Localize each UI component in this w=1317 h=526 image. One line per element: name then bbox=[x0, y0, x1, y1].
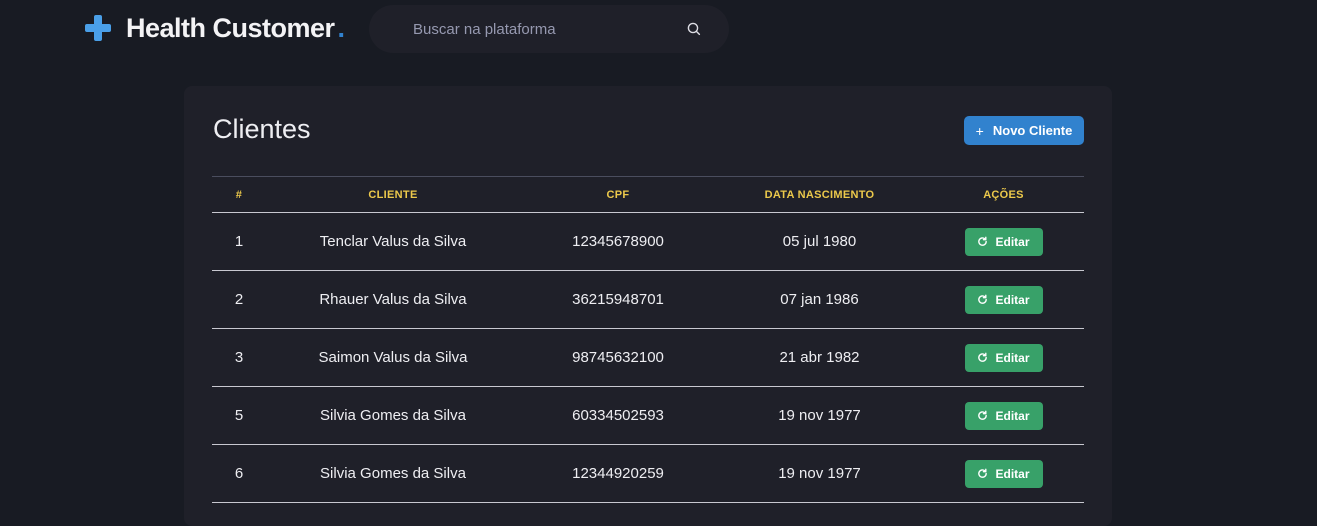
column-header-birth: DATA NASCIMENTO bbox=[716, 176, 923, 213]
page-title: Clientes bbox=[213, 114, 311, 144]
refresh-icon bbox=[978, 352, 988, 362]
plus-cross-icon bbox=[85, 15, 111, 41]
edit-label: Editar bbox=[995, 350, 1030, 365]
cell-birth: 05 jul 1980 bbox=[716, 212, 923, 271]
cell-id: 1 bbox=[212, 212, 266, 271]
cell-birth: 19 nov 1977 bbox=[716, 444, 923, 503]
edit-button[interactable]: Editar bbox=[964, 459, 1043, 488]
column-header-client: CLIENTE bbox=[266, 176, 520, 213]
brand-dot: . bbox=[337, 12, 346, 43]
table-row: 5 Silvia Gomes da Silva 60334502593 19 n… bbox=[212, 386, 1084, 445]
clients-table: # CLIENTE CPF DATA NASCIMENTO AÇÕES 1 Te… bbox=[212, 176, 1084, 503]
cell-id: 6 bbox=[212, 444, 266, 503]
cell-actions: Editar bbox=[923, 444, 1084, 503]
brand-name: Health Customer bbox=[126, 12, 335, 43]
edit-button[interactable]: Editar bbox=[964, 285, 1043, 314]
refresh-icon bbox=[978, 468, 988, 478]
cell-cpf: 60334502593 bbox=[520, 386, 716, 445]
cell-actions: Editar bbox=[923, 270, 1084, 329]
cell-actions: Editar bbox=[923, 212, 1084, 271]
cell-cpf: 36215948701 bbox=[520, 270, 716, 329]
new-client-label: Novo Cliente bbox=[992, 123, 1073, 138]
edit-button[interactable]: Editar bbox=[964, 401, 1043, 430]
cell-id: 2 bbox=[212, 270, 266, 329]
cell-client: Tenclar Valus da Silva bbox=[266, 212, 520, 271]
edit-label: Editar bbox=[995, 408, 1030, 423]
search-input[interactable] bbox=[413, 5, 673, 53]
cell-actions: Editar bbox=[923, 386, 1084, 445]
cell-cpf: 98745632100 bbox=[520, 328, 716, 387]
cell-birth: 07 jan 1986 bbox=[716, 270, 923, 329]
cell-client: Rhauer Valus da Silva bbox=[266, 270, 520, 329]
refresh-icon bbox=[978, 410, 988, 420]
refresh-icon bbox=[978, 294, 988, 304]
edit-label: Editar bbox=[995, 292, 1030, 307]
top-header: Health Customer . bbox=[0, 0, 1317, 60]
cell-actions: Editar bbox=[923, 328, 1084, 387]
table-row: 1 Tenclar Valus da Silva 12345678900 05 … bbox=[212, 212, 1084, 271]
cell-id: 5 bbox=[212, 386, 266, 445]
refresh-icon bbox=[978, 236, 988, 246]
cell-cpf: 12345678900 bbox=[520, 212, 716, 271]
table-row: 6 Silvia Gomes da Silva 12344920259 19 n… bbox=[212, 444, 1084, 503]
edit-label: Editar bbox=[995, 466, 1030, 481]
cell-id: 3 bbox=[212, 328, 266, 387]
plus-icon: + bbox=[975, 122, 984, 139]
cell-client: Saimon Valus da Silva bbox=[266, 328, 520, 387]
table-header-row: # CLIENTE CPF DATA NASCIMENTO AÇÕES bbox=[212, 176, 1084, 213]
brand-logo[interactable]: Health Customer . bbox=[85, 12, 345, 44]
column-header-actions: AÇÕES bbox=[923, 176, 1084, 213]
cell-birth: 19 nov 1977 bbox=[716, 386, 923, 445]
column-header-id: # bbox=[212, 176, 266, 213]
edit-button[interactable]: Editar bbox=[964, 343, 1043, 372]
cell-birth: 21 abr 1982 bbox=[716, 328, 923, 387]
search-icon[interactable] bbox=[686, 21, 702, 37]
new-client-button[interactable]: + Novo Cliente bbox=[964, 116, 1084, 145]
column-header-cpf: CPF bbox=[520, 176, 716, 213]
table-row: 2 Rhauer Valus da Silva 36215948701 07 j… bbox=[212, 270, 1084, 329]
edit-button[interactable]: Editar bbox=[964, 227, 1043, 256]
cell-cpf: 12344920259 bbox=[520, 444, 716, 503]
edit-label: Editar bbox=[995, 234, 1030, 249]
cell-client: Silvia Gomes da Silva bbox=[266, 386, 520, 445]
search-bar[interactable] bbox=[369, 5, 729, 53]
cell-client: Silvia Gomes da Silva bbox=[266, 444, 520, 503]
clients-card: Clientes + Novo Cliente # CLIENTE CPF DA… bbox=[184, 86, 1112, 526]
table-row: 3 Saimon Valus da Silva 98745632100 21 a… bbox=[212, 328, 1084, 387]
